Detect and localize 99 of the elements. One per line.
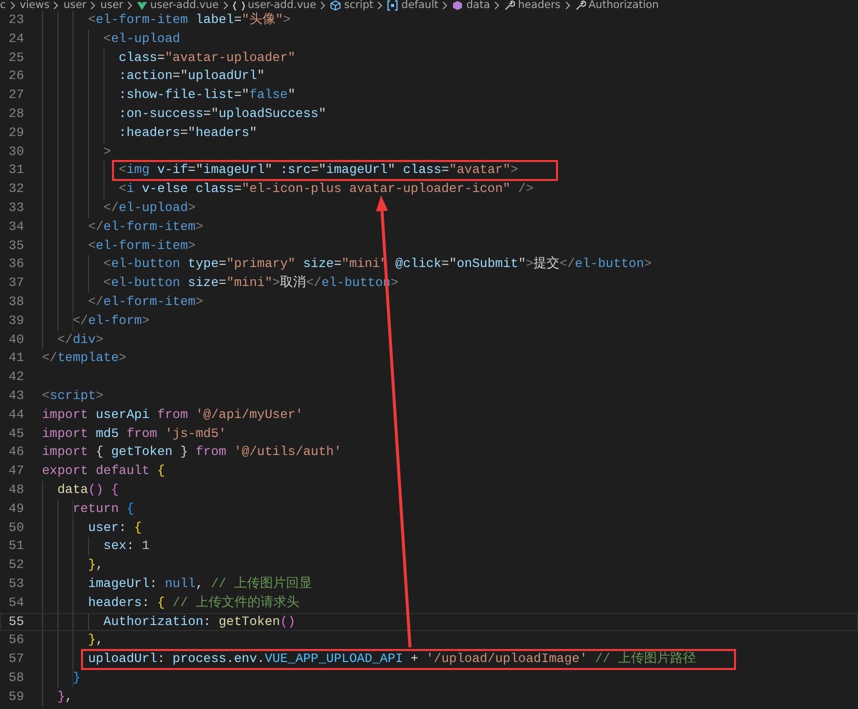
line-number: 39 [8, 312, 24, 330]
code-line: }, [88, 556, 104, 574]
line-number: 43 [8, 386, 24, 405]
line-number: 36 [8, 255, 24, 274]
code-line: class="avatar-uploader" [118, 48, 296, 67]
code-line: export default { [42, 462, 165, 480]
line-number: 56 [8, 631, 24, 650]
chevron-icon [90, 1, 96, 10]
wrench-icon [574, 0, 586, 11]
code-line: :headers="headers" [118, 124, 258, 142]
chevron-icon [10, 1, 16, 10]
line-number: 37 [8, 274, 24, 292]
chevron-icon [320, 1, 326, 10]
code-line: </el-form> [72, 312, 150, 330]
line-number: 34 [8, 218, 24, 236]
breadcrumb-item[interactable]: user-add.vue [150, 0, 219, 11]
code-line: </el-form-item> [88, 218, 204, 236]
code-line: } [72, 668, 80, 687]
code-line: <el-form-item> [88, 236, 196, 255]
line-number: 58 [8, 668, 24, 687]
chevron-icon [564, 1, 570, 10]
code-line: > [103, 142, 112, 161]
code-line: </el-form-item> [88, 292, 204, 311]
code-line: }, [88, 631, 104, 650]
breadcrumb-item[interactable]: headers [518, 0, 560, 11]
braces-icon [232, 0, 245, 10]
line-number: 50 [8, 518, 24, 537]
wrench-icon [504, 0, 516, 11]
cube-icon [452, 0, 464, 11]
line-number: 29 [8, 124, 24, 142]
line-number: 54 [8, 594, 24, 612]
chevron-icon [377, 1, 384, 10]
line-number: 48 [8, 480, 24, 499]
breadcrumb-item[interactable]: script [344, 0, 374, 11]
code-line: Authorization: getToken() [103, 612, 296, 630]
line-number: 45 [8, 424, 24, 443]
line-number: 28 [8, 104, 24, 123]
code-line: :action="uploadUrl" [118, 67, 265, 86]
vue-icon [137, 0, 148, 10]
cube-icon [330, 0, 342, 11]
chevron-icon [127, 1, 134, 10]
line-number: 24 [8, 30, 24, 48]
line-number: 52 [8, 556, 24, 574]
code-line: :on-success="uploadSuccess" [118, 104, 326, 123]
chevron-icon [222, 1, 229, 10]
line-number: 44 [8, 406, 24, 424]
code-line: </template> [42, 349, 126, 368]
code-line: <script> [42, 386, 104, 405]
line-number: 32 [8, 180, 24, 198]
code-line: }, [57, 688, 73, 706]
code-line: <i v-else class="el-icon-plus avatar-uploader-icon" /> [118, 180, 534, 198]
code-line: user: { [88, 518, 142, 537]
line-number: 23 [8, 11, 24, 29]
code-line: <el-form-item label="头像"> [88, 11, 291, 29]
line-number: 53 [8, 574, 24, 593]
line-number: 42 [8, 368, 24, 386]
code-line: import { getToken } from '@/utils/auth' [42, 443, 342, 462]
line-number: 25 [8, 48, 24, 67]
code-line: import md5 from 'js-md5' [42, 424, 226, 443]
breadcrumb-item[interactable]: user-add.vue [248, 0, 316, 11]
breadcrumb-item[interactable]: data [466, 0, 490, 11]
code-line: sex: 1 [103, 537, 150, 556]
line-number: 33 [8, 198, 24, 217]
breadcrumb-item[interactable]: default [401, 0, 438, 11]
line-number: 35 [8, 236, 24, 255]
line-number: 30 [8, 142, 24, 161]
line-number: 47 [8, 462, 24, 480]
breadcrumb-item[interactable]: user [63, 0, 86, 11]
line-number: 27 [8, 86, 24, 104]
line-number: 49 [8, 500, 24, 518]
code-line: uploadUrl: process.env.VUE_APP_UPLOAD_API + '/upload/uploadImage' // 上传图片路径 [88, 650, 696, 668]
chevron-icon [494, 1, 500, 10]
code-line: :show-file-list="false" [118, 86, 296, 104]
line-number: 26 [8, 67, 24, 86]
code-line: </div> [57, 330, 104, 349]
breadcrumb-item[interactable]: views [20, 0, 50, 11]
breadcrumb-item[interactable]: Authorization [588, 0, 659, 11]
line-number: 46 [8, 443, 24, 462]
line-number: 59 [8, 688, 24, 706]
breadcrumb-item[interactable]: c [0, 0, 6, 11]
code-line: headers: { // 上传文件的请求头 [88, 594, 300, 612]
code-line: imageUrl: null, // 上传图片回显 [88, 574, 312, 593]
line-number: 51 [8, 537, 24, 556]
line-number: 40 [8, 330, 24, 349]
chevron-icon [53, 1, 60, 10]
chevron-icon [442, 1, 448, 10]
bracket-icon [387, 0, 398, 11]
code-line: import userApi from '@/api/myUser' [42, 406, 304, 424]
code-line: <img v-if="imageUrl" :src="imageUrl" class="avatar"> [118, 161, 518, 180]
code-line: data() { [57, 480, 119, 499]
line-number: 31 [8, 161, 24, 180]
line-number: 55 [8, 612, 24, 630]
code-line: <el-upload [103, 30, 180, 48]
line-number: 38 [8, 292, 24, 311]
breadcrumb-item[interactable]: user [100, 0, 124, 11]
line-number: 57 [8, 650, 24, 668]
code-line: return { [72, 500, 134, 518]
code-line: </el-upload> [103, 198, 196, 217]
line-number: 41 [8, 349, 24, 368]
